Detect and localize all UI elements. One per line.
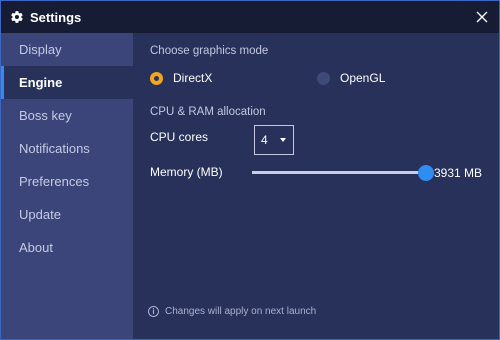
memory-label: Memory (MB): [150, 165, 223, 179]
cpu-ram-heading: CPU & RAM allocation: [150, 106, 266, 118]
opengl-label: OpenGL: [340, 71, 386, 85]
restart-note: i Changes will apply on next launch: [148, 306, 316, 317]
sidebar-item-display[interactable]: Display: [1, 33, 133, 66]
settings-window: Settings Display Engine Boss key Notific…: [0, 0, 500, 340]
opengl-radio-option[interactable]: OpenGL: [317, 71, 385, 85]
directx-radio[interactable]: [150, 71, 163, 85]
close-button[interactable]: [471, 6, 493, 28]
directx-label: DirectX: [173, 71, 213, 85]
sidebar-item-engine[interactable]: Engine: [1, 66, 133, 99]
settings-sidebar: Display Engine Boss key Notifications Pr…: [1, 33, 133, 339]
memory-value: 3931 MB: [434, 166, 483, 180]
close-icon: [476, 11, 488, 23]
memory-slider-fill: [252, 171, 427, 174]
memory-slider-thumb[interactable]: [418, 165, 435, 181]
engine-settings-panel: Choose graphics mode DirectX OpenGL CPU …: [133, 33, 499, 339]
cpu-cores-value: 4: [261, 133, 268, 147]
cpu-cores-label: CPU cores: [150, 130, 209, 144]
sidebar-item-notifications[interactable]: Notifications: [1, 132, 133, 165]
chevron-down-icon: [280, 138, 286, 142]
title-bar: Settings: [1, 1, 499, 33]
info-icon: i: [148, 306, 159, 317]
sidebar-item-update[interactable]: Update: [1, 198, 133, 231]
sidebar-item-preferences[interactable]: Preferences: [1, 165, 133, 198]
window-title: Settings: [30, 9, 82, 25]
opengl-radio[interactable]: [317, 71, 330, 85]
cpu-cores-select[interactable]: 4: [254, 125, 294, 155]
sidebar-item-about[interactable]: About: [1, 231, 133, 264]
restart-note-text: Changes will apply on next launch: [165, 306, 317, 317]
graphics-mode-heading: Choose graphics mode: [150, 45, 269, 57]
gear-icon: [10, 10, 24, 24]
memory-slider[interactable]: [252, 164, 435, 182]
directx-radio-option[interactable]: DirectX: [150, 71, 212, 85]
sidebar-item-boss-key[interactable]: Boss key: [1, 99, 133, 132]
